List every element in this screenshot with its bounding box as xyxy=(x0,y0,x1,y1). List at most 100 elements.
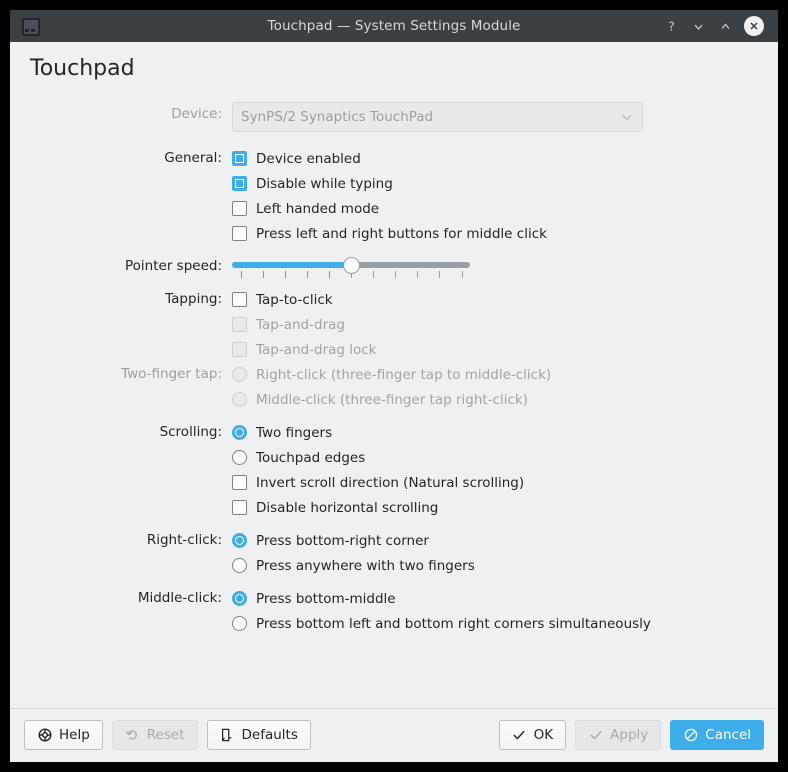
chevron-down-icon[interactable] xyxy=(690,18,706,34)
checkbox-device-enabled[interactable]: Device enabled xyxy=(232,146,778,171)
checkbox-label: Device enabled xyxy=(256,150,361,167)
checkbox-label: Tap-to-click xyxy=(256,291,333,308)
slider-handle[interactable] xyxy=(342,257,360,275)
slider-tick xyxy=(328,271,330,279)
radio-label: Two fingers xyxy=(256,424,333,441)
checkbox-icon xyxy=(232,317,247,333)
pointer-speed-slider[interactable] xyxy=(232,254,470,279)
checkbox-icon xyxy=(232,342,247,358)
radio-label: Right-click (three-finger tap to middle-… xyxy=(256,366,552,383)
radio-right-click-two-fingers[interactable]: Press anywhere with two fingers xyxy=(232,553,778,578)
checkbox-icon xyxy=(232,201,247,217)
checkbox-icon xyxy=(232,151,247,167)
radio-label: Middle-click (three-finger tap right-cli… xyxy=(256,391,528,408)
ok-button[interactable]: OK xyxy=(498,720,567,750)
radio-label: Press bottom left and bottom right corne… xyxy=(256,615,651,632)
radio-icon xyxy=(232,591,247,607)
slider-tick xyxy=(284,271,286,279)
undo-icon xyxy=(125,728,140,743)
slider-tick xyxy=(439,271,441,279)
chevron-up-icon[interactable] xyxy=(717,18,733,34)
apply-button: Apply xyxy=(575,720,662,750)
radio-label: Press anywhere with two fingers xyxy=(256,557,475,574)
touchpad-form: Device: SynPS/2 Synaptics TouchPad Gener… xyxy=(10,92,778,636)
two-finger-tap-row: Two-finger tap: Right-click (three-finge… xyxy=(10,362,778,412)
scrolling-label: Scrolling: xyxy=(159,424,222,441)
right-click-label: Right-click: xyxy=(146,532,222,549)
pointer-speed-row: Pointer speed: xyxy=(10,254,778,279)
defaults-button-label: Defaults xyxy=(241,727,298,743)
close-icon[interactable] xyxy=(744,16,764,36)
page-header: Touchpad xyxy=(10,42,778,92)
svg-text:?: ? xyxy=(668,20,674,33)
tapping-row: Tapping: Tap-to-click Tap-and-drag Tap-a… xyxy=(10,287,778,362)
checkbox-middle-click-emulation[interactable]: Press left and right buttons for middle … xyxy=(232,221,778,246)
checkbox-disable-horizontal-scrolling[interactable]: Disable horizontal scrolling xyxy=(232,495,778,520)
settings-content: Device: SynPS/2 Synaptics TouchPad Gener… xyxy=(10,92,778,708)
radio-middle-click-bottom-middle[interactable]: Press bottom-middle xyxy=(232,586,778,611)
radio-right-click-bottom-right[interactable]: Press bottom-right corner xyxy=(232,528,778,553)
checkbox-tap-and-drag: Tap-and-drag xyxy=(232,312,778,337)
ok-button-label: OK xyxy=(533,727,554,743)
help-icon[interactable]: ? xyxy=(663,18,679,34)
checkbox-left-handed-mode[interactable]: Left handed mode xyxy=(232,196,778,221)
radio-two-finger-right-click: Right-click (three-finger tap to middle-… xyxy=(232,362,778,387)
device-label: Device: xyxy=(171,106,222,123)
checkbox-tap-and-drag-lock: Tap-and-drag lock xyxy=(232,337,778,362)
checkbox-icon xyxy=(232,226,247,242)
radio-icon xyxy=(232,367,247,383)
right-click-row: Right-click: Press bottom-right corner P… xyxy=(10,528,778,578)
apply-button-label: Apply xyxy=(610,727,649,743)
slider-tick xyxy=(262,271,264,279)
general-row: General: Device enabled Disable while ty… xyxy=(10,146,778,246)
slider-tick xyxy=(373,271,375,279)
radio-label: Press bottom-right corner xyxy=(256,532,429,549)
check-icon xyxy=(588,728,603,743)
checkbox-label: Press left and right buttons for middle … xyxy=(256,225,547,242)
checkbox-label: Left handed mode xyxy=(256,200,380,217)
cancel-button[interactable]: Cancel xyxy=(670,720,764,750)
radio-icon xyxy=(232,392,247,408)
checkbox-icon xyxy=(232,500,247,516)
device-row: Device: SynPS/2 Synaptics TouchPad xyxy=(10,102,778,133)
document-revert-icon xyxy=(220,728,235,743)
checkbox-icon xyxy=(232,176,247,192)
slider-fill xyxy=(232,262,351,269)
reset-button: Reset xyxy=(111,720,198,750)
middle-click-row: Middle-click: Press bottom-middle Press … xyxy=(10,586,778,636)
slider-tick xyxy=(395,271,397,279)
checkbox-tap-to-click[interactable]: Tap-to-click xyxy=(232,287,778,312)
middle-click-label: Middle-click: xyxy=(137,590,222,607)
checkbox-invert-scroll-direction[interactable]: Invert scroll direction (Natural scrolli… xyxy=(232,470,778,495)
lifebuoy-icon xyxy=(37,728,52,743)
help-button-label: Help xyxy=(59,727,90,743)
radio-icon xyxy=(232,450,247,466)
two-finger-tap-label: Two-finger tap: xyxy=(121,366,222,383)
device-combobox[interactable]: SynPS/2 Synaptics TouchPad xyxy=(232,102,643,133)
slider-tick xyxy=(240,271,242,279)
defaults-button[interactable]: Defaults xyxy=(206,720,311,750)
reset-button-label: Reset xyxy=(146,727,185,743)
checkbox-label: Invert scroll direction (Natural scrolli… xyxy=(256,474,525,491)
checkbox-label: Tap-and-drag xyxy=(256,316,345,333)
radio-icon xyxy=(232,533,247,549)
checkbox-disable-while-typing[interactable]: Disable while typing xyxy=(232,171,778,196)
dialog-button-bar: Help Reset Defaults OK Apply Cancel xyxy=(10,708,778,762)
general-label: General: xyxy=(164,150,222,167)
cancel-button-label: Cancel xyxy=(705,727,751,743)
radio-icon xyxy=(232,558,247,574)
radio-two-finger-middle-click: Middle-click (three-finger tap right-cli… xyxy=(232,387,778,412)
slider-tick xyxy=(417,271,419,279)
window-controls: ? xyxy=(663,16,772,36)
radio-scroll-two-fingers[interactable]: Two fingers xyxy=(232,420,778,445)
check-icon xyxy=(512,728,527,743)
checkbox-label: Tap-and-drag lock xyxy=(256,341,377,358)
help-button[interactable]: Help xyxy=(24,720,103,750)
slider-tick xyxy=(461,271,463,279)
touchpad-settings-window: Touchpad — System Settings Module ? Touc… xyxy=(10,10,778,762)
radio-scroll-touchpad-edges[interactable]: Touchpad edges xyxy=(232,445,778,470)
window-titlebar[interactable]: Touchpad — System Settings Module ? xyxy=(10,10,778,42)
screen: Touchpad — System Settings Module ? Touc… xyxy=(0,0,788,772)
touchpad-icon xyxy=(20,16,40,36)
radio-middle-click-both-corners[interactable]: Press bottom left and bottom right corne… xyxy=(232,611,778,636)
